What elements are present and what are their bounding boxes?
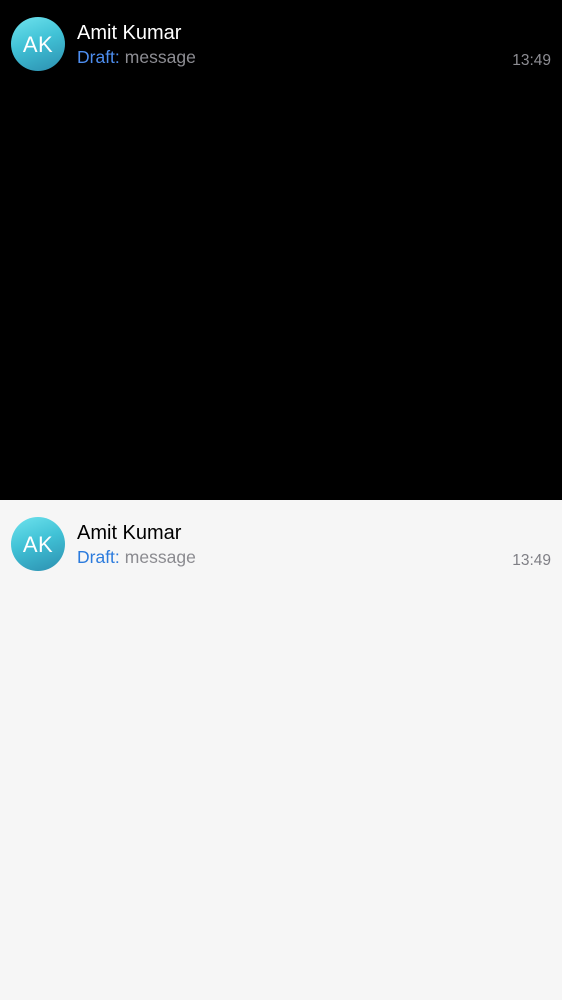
chat-name: Amit Kumar bbox=[77, 22, 182, 44]
avatar-initials: AK bbox=[22, 531, 54, 557]
message-preview: Draft: message bbox=[77, 46, 196, 68]
message-time: 13:49 bbox=[512, 52, 551, 69]
chat-name: Amit Kumar bbox=[77, 522, 182, 544]
dark-theme-chat-list: AK Amit Kumar Draft: message 13:49 bbox=[0, 0, 562, 500]
avatar[interactable]: AK bbox=[11, 17, 65, 71]
draft-label: Draft: bbox=[77, 547, 120, 567]
chat-list-item[interactable]: AK Amit Kumar Draft: message 13:49 bbox=[0, 500, 562, 588]
draft-label: Draft: bbox=[77, 47, 120, 67]
avatar-initials: AK bbox=[22, 31, 54, 57]
chat-list-item[interactable]: AK Amit Kumar Draft: message 13:49 bbox=[0, 0, 562, 88]
light-theme-chat-list: AK Amit Kumar Draft: message 13:49 bbox=[0, 500, 562, 1000]
draft-text: message bbox=[124, 47, 196, 67]
draft-text: message bbox=[124, 547, 196, 567]
message-preview: Draft: message bbox=[77, 546, 196, 568]
message-time: 13:49 bbox=[512, 552, 551, 569]
avatar[interactable]: AK bbox=[11, 517, 65, 571]
